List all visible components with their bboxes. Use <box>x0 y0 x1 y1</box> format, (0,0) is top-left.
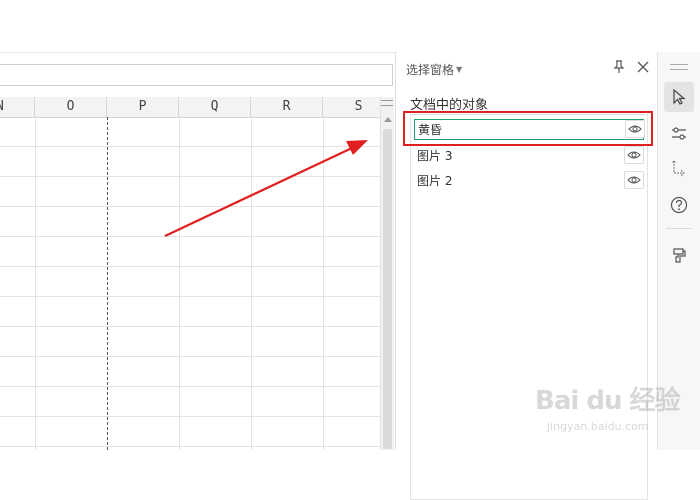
eye-icon[interactable] <box>624 146 644 164</box>
select-tool-button[interactable] <box>664 82 694 112</box>
ribbon-area <box>0 0 700 53</box>
column-header-o[interactable]: O <box>35 97 107 117</box>
pane-title-text: 选择窗格 <box>406 63 455 77</box>
caret-down-icon[interactable]: ▼ <box>456 65 462 74</box>
column-header-p[interactable]: P <box>107 97 179 117</box>
rail-grip-icon[interactable] <box>670 64 688 70</box>
watermark-logo-text: Bai du 经验 <box>535 386 680 416</box>
transform-button[interactable] <box>664 153 694 183</box>
object-name[interactable]: 图片 3 <box>417 147 452 164</box>
column-headers: N O P Q R S <box>0 97 380 118</box>
grid-line <box>35 117 36 450</box>
properties-button[interactable] <box>664 119 694 149</box>
pointer-icon <box>673 88 686 105</box>
watermark-url: jingyan.baidu.com <box>547 420 649 433</box>
column-header-s[interactable]: S <box>323 97 380 117</box>
grid-line <box>323 117 324 450</box>
object-item[interactable]: 图片 3 <box>414 145 644 166</box>
pin-icon[interactable] <box>612 60 626 74</box>
split-handle[interactable] <box>381 100 393 106</box>
object-item[interactable]: 图片 2 <box>414 170 644 191</box>
format-painter-button[interactable] <box>664 240 694 270</box>
rail-divider <box>666 228 692 229</box>
paint-icon <box>673 248 686 263</box>
vertical-scrollbar[interactable] <box>380 97 394 450</box>
column-header-q[interactable]: Q <box>179 97 251 117</box>
scrollbar-thumb[interactable] <box>383 129 392 449</box>
scroll-up-arrow-icon[interactable] <box>384 117 392 122</box>
close-icon[interactable] <box>636 60 650 74</box>
swap-icon <box>671 160 685 177</box>
help-button[interactable] <box>664 190 694 220</box>
pane-title[interactable]: 选择窗格 ▼ <box>406 61 462 78</box>
spreadsheet-grid[interactable]: N O P Q R S <box>0 97 380 450</box>
baidu-watermark: Bai du 经验 jingyan.baidu.com <box>535 372 695 442</box>
annotation-highlight-box <box>403 111 653 146</box>
column-header-r[interactable]: R <box>251 97 323 117</box>
eye-icon[interactable] <box>624 171 644 189</box>
grid-line <box>179 117 180 450</box>
formula-bar-input[interactable] <box>0 64 393 86</box>
objects-list: 黄昏 图片 3 图片 2 <box>410 114 648 500</box>
sliders-icon <box>672 127 686 140</box>
column-header-n[interactable]: N <box>0 97 35 117</box>
page-break-line <box>107 117 108 450</box>
help-icon <box>670 196 688 214</box>
object-name[interactable]: 图片 2 <box>417 172 452 189</box>
grid-line <box>251 117 252 450</box>
